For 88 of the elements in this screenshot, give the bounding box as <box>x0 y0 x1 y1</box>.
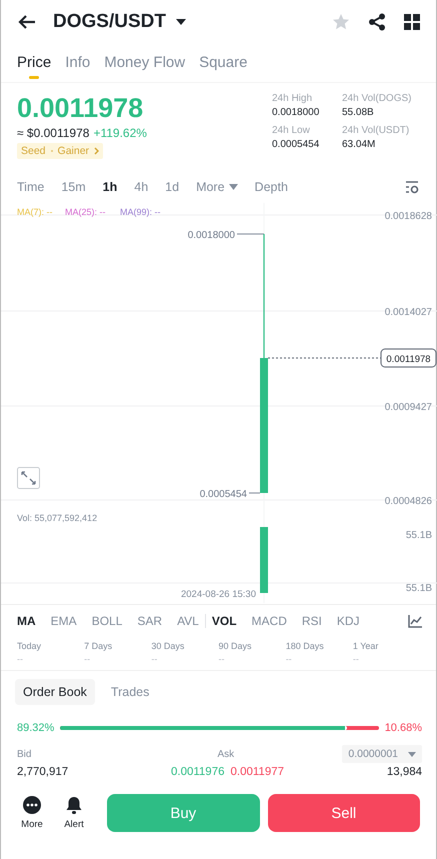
period-value: -- <box>286 654 293 664</box>
tab[interactable]: Money Flow <box>104 44 186 79</box>
volume-label: Vol: 55,077,592,412 <box>17 513 98 523</box>
ma-legend: MA(25): -- <box>65 207 106 217</box>
last-price-tag: 0.0011978 <box>380 348 436 368</box>
axis-label: 0.0004826 <box>384 496 432 507</box>
period-value: -- <box>84 654 92 664</box>
stat-label: 24h Vol(USDT) <box>342 125 410 136</box>
period-value: -- <box>151 654 158 664</box>
ask-quantity: 13,984 <box>386 766 422 778</box>
stat-label: 24h Vol(DOGS) <box>342 93 412 104</box>
bid-price: 0.0011976 <box>170 766 224 778</box>
period-label: Today <box>17 641 42 651</box>
action-button[interactable]: Alert <box>57 796 91 830</box>
back-icon[interactable] <box>17 14 37 30</box>
bell-icon <box>66 796 82 814</box>
tab[interactable]: Square <box>199 44 248 79</box>
period-label: 7 Days <box>84 641 114 651</box>
indicator-tab[interactable]: AVL <box>177 614 199 628</box>
axis-label: 0.0009427 <box>384 402 432 413</box>
stat-label: 24h Low <box>272 125 311 136</box>
grid-icon[interactable] <box>404 14 420 30</box>
interval-tab[interactable]: Depth <box>254 180 288 194</box>
ma-legend: MA(99): -- <box>120 207 160 217</box>
indicator-tab[interactable]: MACD <box>252 614 287 628</box>
indicator-tab[interactable]: MA <box>17 614 36 628</box>
ask-percent: 10.68% <box>384 722 422 734</box>
last-price: 0.0011978 <box>17 93 144 123</box>
indicator-tab[interactable]: EMA <box>50 614 77 628</box>
bid-label: Bid <box>17 748 32 760</box>
stat-value: 55.08B <box>342 107 375 118</box>
stat-value: 0.0005454 <box>272 139 320 150</box>
indicator-tab[interactable]: BOLL <box>92 614 122 628</box>
volume-bar <box>260 527 268 593</box>
axis-label: 0.0014027 <box>384 307 432 318</box>
axis-label: 55.1B <box>406 530 432 541</box>
chevron-icon <box>94 147 100 155</box>
more-icon <box>23 796 41 814</box>
high-label: 0.0018000 <box>188 230 235 241</box>
indicator-tab[interactable]: RSI <box>302 614 322 628</box>
axis-label: 0.0018628 <box>384 211 432 222</box>
bid-quantity: 2,770,917 <box>17 766 68 778</box>
low-marker <box>248 492 260 494</box>
period-value: -- <box>352 654 360 664</box>
ask-label: Ask <box>217 748 234 760</box>
usd-price: ≈ $0.0011978 <box>17 126 90 140</box>
bid-percent: 89.32% <box>17 722 54 734</box>
axis-label: 55.1B <box>406 583 432 594</box>
sell-button[interactable]: Sell <box>268 794 420 832</box>
action-button[interactable]: More <box>15 796 49 830</box>
price-change: +119.62% <box>93 126 147 140</box>
precision-dropdown[interactable]: 0.0000001 <box>342 745 422 763</box>
interval-tab[interactable]: 4h <box>134 180 148 194</box>
star-icon[interactable] <box>332 13 350 31</box>
pair-selector[interactable]: DOGS/USDT <box>53 11 186 33</box>
caret-icon <box>228 184 238 190</box>
interval-tab[interactable]: Time <box>17 180 44 194</box>
period-label: 30 Days <box>151 641 186 651</box>
tab[interactable]: Order Book <box>15 679 95 705</box>
period-label: 180 Days <box>286 641 325 651</box>
interval-tab[interactable]: 15m <box>61 180 86 194</box>
stat-value: 63.04M <box>342 139 376 150</box>
ask-price: 0.0011977 <box>230 766 284 778</box>
fullscreen-icon[interactable] <box>17 467 40 489</box>
interval-tab[interactable]: 1h <box>102 180 118 194</box>
interval-tab[interactable]: 1d <box>165 180 180 194</box>
period-value: -- <box>218 654 226 664</box>
indicator-tab[interactable]: VOL <box>212 614 237 628</box>
tab[interactable]: Price <box>17 44 52 79</box>
share-icon[interactable] <box>368 13 386 31</box>
buy-button[interactable]: Buy <box>107 794 260 832</box>
ma-legend: MA(7): -- <box>17 207 52 217</box>
chart-icon[interactable] <box>408 614 422 628</box>
caret-icon <box>176 19 186 25</box>
chart-settings-icon[interactable] <box>404 180 420 194</box>
period-label: 1 Year <box>352 641 380 651</box>
low-label: 0.0005454 <box>200 489 247 500</box>
tag-chip[interactable]: Seed Gainer <box>17 143 104 159</box>
stat-label: 24h High <box>272 93 314 104</box>
tab[interactable]: Trades <box>102 679 158 705</box>
period-value: -- <box>17 654 24 664</box>
indicator-tab[interactable]: KDJ <box>336 614 360 628</box>
stat-value: 0.0018000 <box>272 107 320 118</box>
tab[interactable]: Info <box>65 44 90 79</box>
caret-icon <box>408 752 416 756</box>
indicator-tab[interactable]: SAR <box>137 614 162 628</box>
interval-tab[interactable]: More <box>196 180 238 194</box>
period-label: 90 Days <box>218 641 253 651</box>
